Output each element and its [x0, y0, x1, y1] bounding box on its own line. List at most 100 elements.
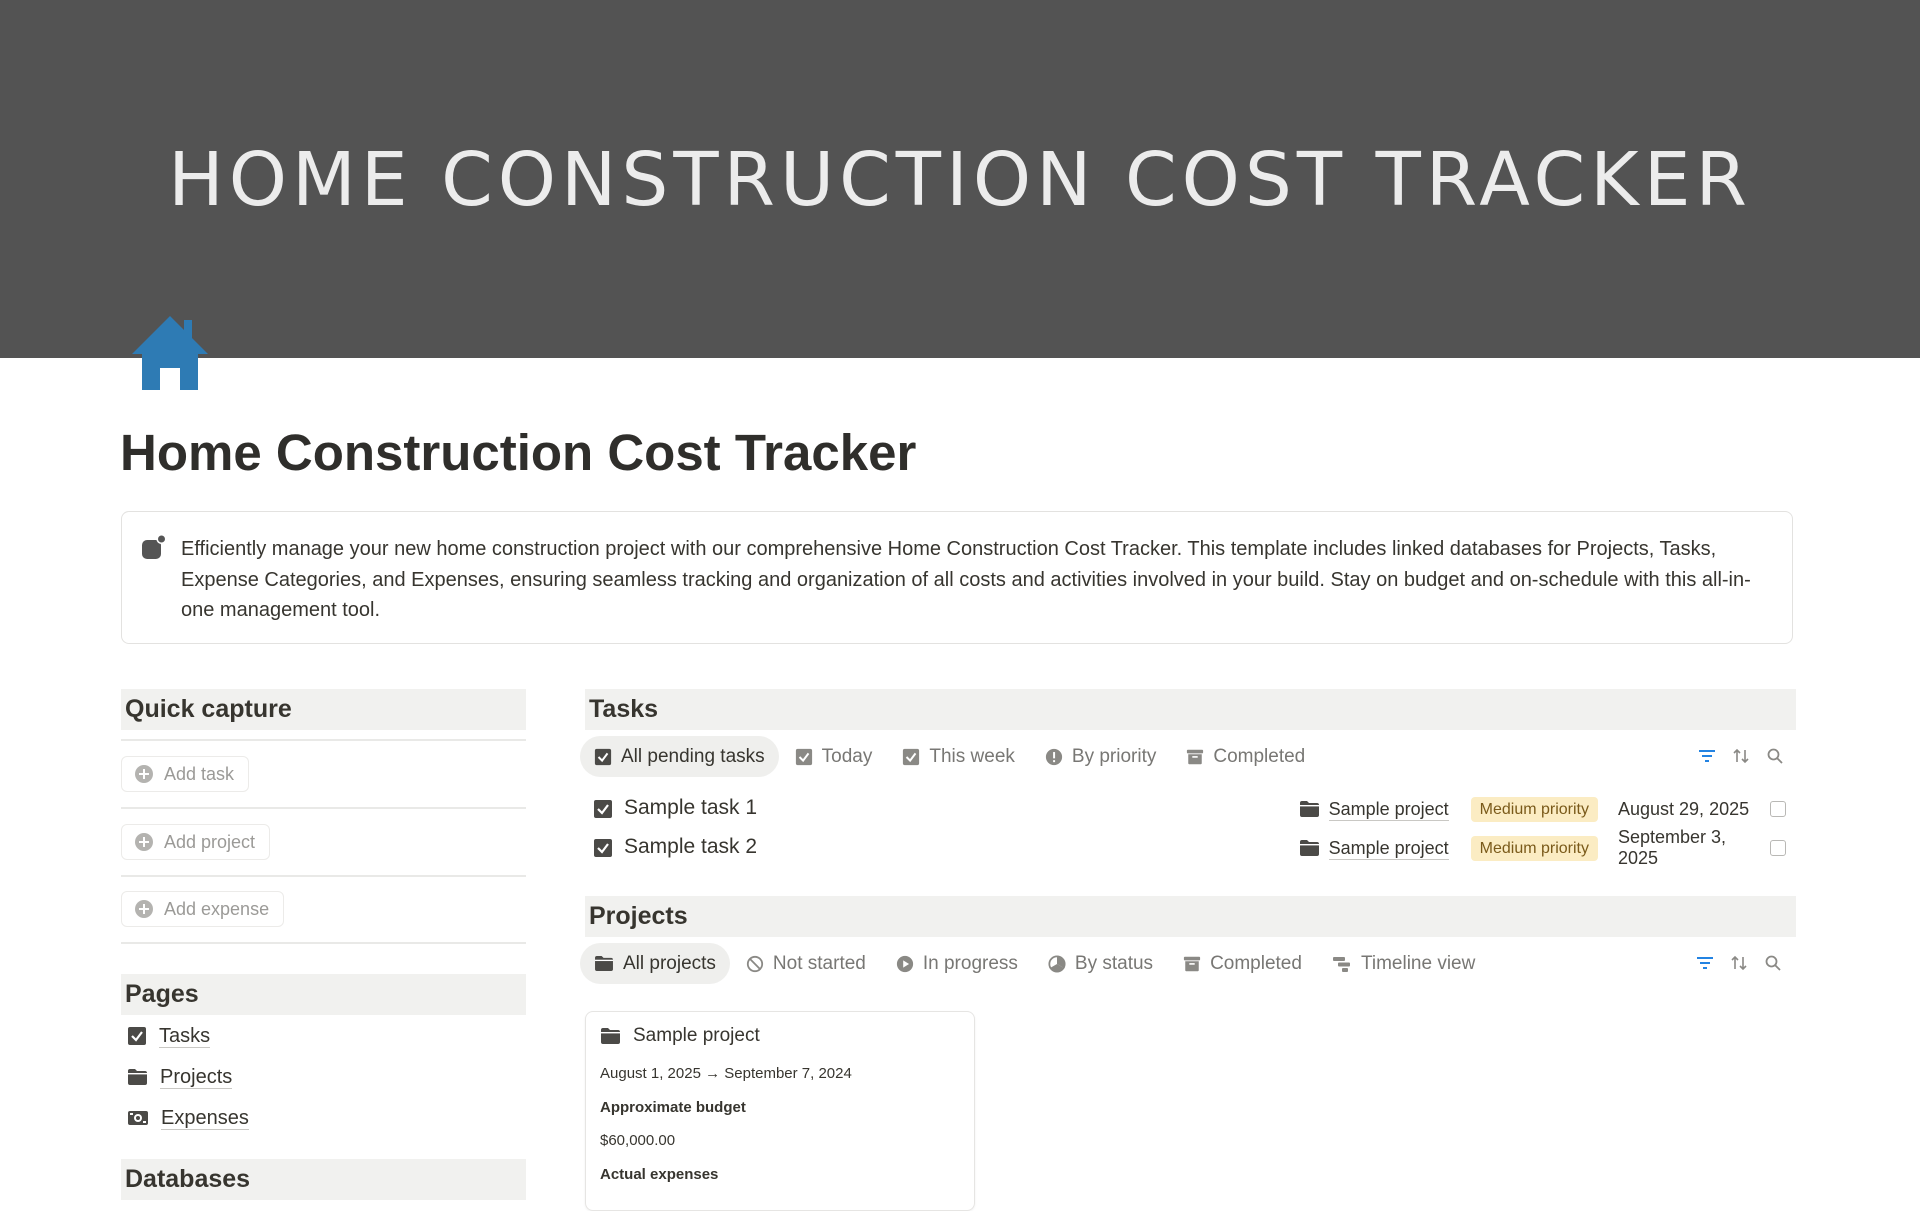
tab-all-pending-tasks[interactable]: All pending tasks — [580, 736, 779, 777]
tab-completed[interactable]: Completed — [1169, 943, 1316, 984]
budget-label: Approximate budget — [600, 1099, 746, 1116]
checkbox-icon — [594, 800, 612, 818]
callout-bullet-icon[interactable] — [141, 533, 167, 560]
add-task-label: Add task — [164, 763, 235, 784]
tab-by-priority[interactable]: By priority — [1031, 736, 1170, 777]
tab-label: Completed — [1213, 745, 1306, 767]
page-link-tasks[interactable]: Tasks — [127, 1021, 211, 1051]
task-done-checkbox[interactable] — [1770, 840, 1786, 856]
checkbox-icon — [903, 748, 920, 765]
tab-timeline-view[interactable]: Timeline view — [1318, 943, 1489, 984]
tab-completed[interactable]: Completed — [1172, 736, 1319, 777]
table-row[interactable]: Sample task 2 Sample project Medium prio… — [593, 827, 1789, 868]
projects-toolbar — [1680, 954, 1782, 972]
task-project-link[interactable]: Sample project — [1299, 798, 1449, 821]
add-task-button[interactable]: Add task — [121, 756, 250, 792]
tasks-toolbar — [1682, 747, 1784, 765]
sort-icon[interactable] — [1730, 954, 1748, 972]
budget-value: $60,000.00 — [600, 1132, 676, 1149]
tab-in-progress[interactable]: In progress — [882, 943, 1032, 984]
project-card[interactable]: Sample project August 1, 2025 → Septembe… — [585, 1011, 975, 1211]
divider — [121, 875, 526, 877]
sort-icon[interactable] — [1732, 747, 1750, 765]
blocked-icon — [746, 955, 764, 972]
tab-label: Timeline view — [1360, 952, 1476, 974]
archive-icon — [1187, 749, 1204, 764]
money-icon — [128, 1111, 148, 1125]
folder-icon — [1299, 840, 1319, 856]
task-date: August 29, 2025 — [1618, 798, 1750, 819]
tab-all-projects[interactable]: All projects — [580, 943, 730, 984]
tab-this-week[interactable]: This week — [888, 736, 1029, 777]
checkbox-icon — [594, 839, 612, 857]
folder-icon — [128, 1069, 147, 1085]
page-title: Home Construction Cost Tracker — [120, 424, 917, 481]
tab-label: Not started — [772, 952, 866, 974]
tasks-view-tabs: All pending tasks Today This week By pri… — [580, 736, 1321, 777]
tab-label: All pending tasks — [621, 745, 765, 767]
house-icon[interactable] — [130, 314, 210, 390]
cover-text: HOME CONSTRUCTION COST TRACKER — [168, 137, 1752, 223]
description-callout: Efficiently manage your new home constru… — [121, 511, 1793, 644]
filter-icon[interactable] — [1698, 747, 1716, 765]
search-icon[interactable] — [1766, 747, 1784, 765]
page-link-label: Expenses — [161, 1106, 249, 1130]
filter-icon[interactable] — [1696, 954, 1714, 972]
task-name[interactable]: Sample task 2 — [624, 835, 757, 859]
tab-label: By status — [1074, 952, 1154, 974]
add-project-button[interactable]: Add project — [121, 824, 271, 860]
page-link-projects[interactable]: Projects — [127, 1062, 233, 1092]
task-date: September 3, 2025 — [1618, 827, 1727, 868]
project-dates: August 1, 2025 → September 7, 2024 — [600, 1065, 852, 1082]
pages-header: Pages — [121, 974, 526, 1015]
task-project-label: Sample project — [1328, 837, 1449, 860]
checkbox-icon — [795, 748, 812, 765]
tab-label: All projects — [623, 952, 716, 974]
tab-label: Today — [821, 745, 873, 767]
task-meta: Sample project Medium priority August 29… — [1299, 791, 1789, 827]
plus-circle-icon — [135, 833, 153, 851]
tab-label: In progress — [922, 952, 1018, 974]
task-done-checkbox[interactable] — [1770, 801, 1786, 817]
play-icon — [896, 955, 913, 972]
tab-not-started[interactable]: Not started — [732, 943, 880, 984]
tab-label: By priority — [1071, 745, 1157, 767]
cover-banner: HOME CONSTRUCTION COST TRACKER — [0, 0, 1920, 358]
folder-icon — [595, 955, 613, 972]
projects-view-tabs: All projects Not started In progress By … — [580, 943, 1491, 984]
add-expense-label: Add expense — [164, 898, 270, 919]
task-name[interactable]: Sample task 1 — [624, 796, 757, 820]
plus-circle-icon — [135, 765, 153, 783]
projects-header: Projects — [585, 896, 1796, 937]
plus-circle-icon — [135, 900, 153, 918]
divider — [121, 739, 526, 741]
task-project-link[interactable]: Sample project — [1299, 837, 1449, 860]
project-card-title: Sample project — [600, 1025, 760, 1047]
expenses-label: Actual expenses — [600, 1166, 719, 1183]
folder-icon — [1299, 801, 1319, 817]
divider — [121, 807, 526, 809]
status-icon — [1048, 954, 1066, 973]
search-icon[interactable] — [1764, 954, 1782, 972]
timeline-icon — [1332, 956, 1350, 972]
page-link-expenses[interactable]: Expenses — [127, 1103, 249, 1133]
page-link-label: Projects — [160, 1065, 233, 1089]
tab-today[interactable]: Today — [781, 736, 887, 777]
tab-label: Completed — [1210, 952, 1302, 974]
quick-capture-header: Quick capture — [121, 689, 526, 730]
databases-header: Databases — [121, 1159, 526, 1200]
priority-badge: Medium priority — [1470, 796, 1598, 822]
callout-text: Efficiently manage your new home constru… — [181, 538, 1751, 621]
add-project-label: Add project — [164, 831, 256, 852]
tasks-header: Tasks — [585, 689, 1796, 730]
archive-icon — [1183, 956, 1201, 971]
checkbox-icon — [594, 748, 612, 765]
checkbox-icon — [128, 1027, 146, 1045]
page-link-label: Tasks — [159, 1024, 211, 1048]
add-expense-button[interactable]: Add expense — [121, 891, 285, 927]
table-row[interactable]: Sample task 1 Sample project Medium prio… — [593, 791, 1789, 827]
task-meta: Sample project Medium priority September… — [1299, 827, 1789, 868]
tab-by-status[interactable]: By status — [1034, 943, 1167, 984]
folder-icon — [601, 1028, 620, 1044]
project-card-title-text: Sample project — [633, 1025, 760, 1046]
